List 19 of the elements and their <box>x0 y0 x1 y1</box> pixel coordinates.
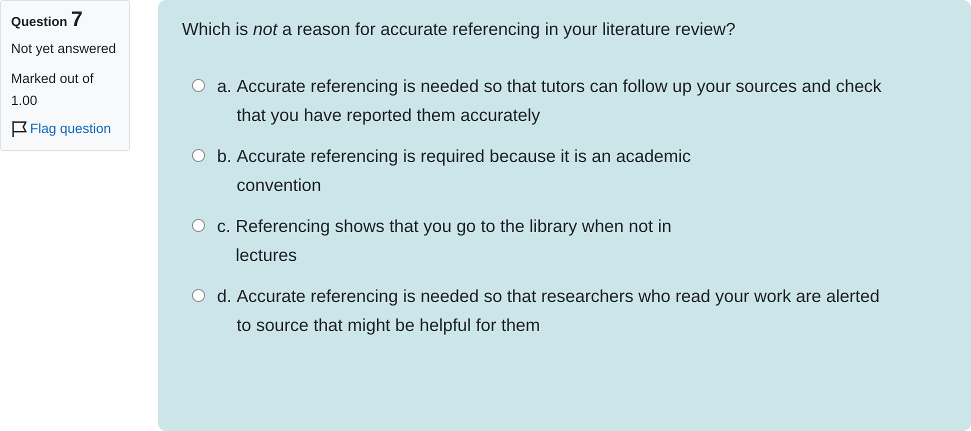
flag-icon <box>11 120 28 137</box>
option-letter: a. <box>217 75 232 98</box>
question-label: Question <box>11 14 68 29</box>
option-text: Accurate referencing is needed so that researchers who read your work are alerted to source that might be helpful for them <box>236 285 880 337</box>
radio-button[interactable] <box>192 289 205 302</box>
radio-button[interactable] <box>192 219 205 232</box>
option-text: Accurate referencing is required because it is an academic convention <box>236 145 691 197</box>
flag-question-link[interactable]: Flag question <box>11 120 112 137</box>
option-text: Referencing shows that you go to the library when not in lectures <box>236 215 672 267</box>
question-state: Not yet answered <box>11 40 118 58</box>
option-text: Accurate referencing is needed so that tutors can follow up your sources and check that you have reported them accurately <box>236 75 882 127</box>
radio-button[interactable] <box>192 149 205 162</box>
option-letter: d. <box>217 285 232 308</box>
question-text: Which is not a reason for accurate referencing in your literature review? <box>182 18 736 41</box>
question-grade: Marked out of 1.00 <box>11 70 95 110</box>
option-letter: c. <box>217 215 231 238</box>
radio-button[interactable] <box>192 79 205 92</box>
question-number: 7 <box>70 8 83 31</box>
option-letter: b. <box>217 145 232 168</box>
